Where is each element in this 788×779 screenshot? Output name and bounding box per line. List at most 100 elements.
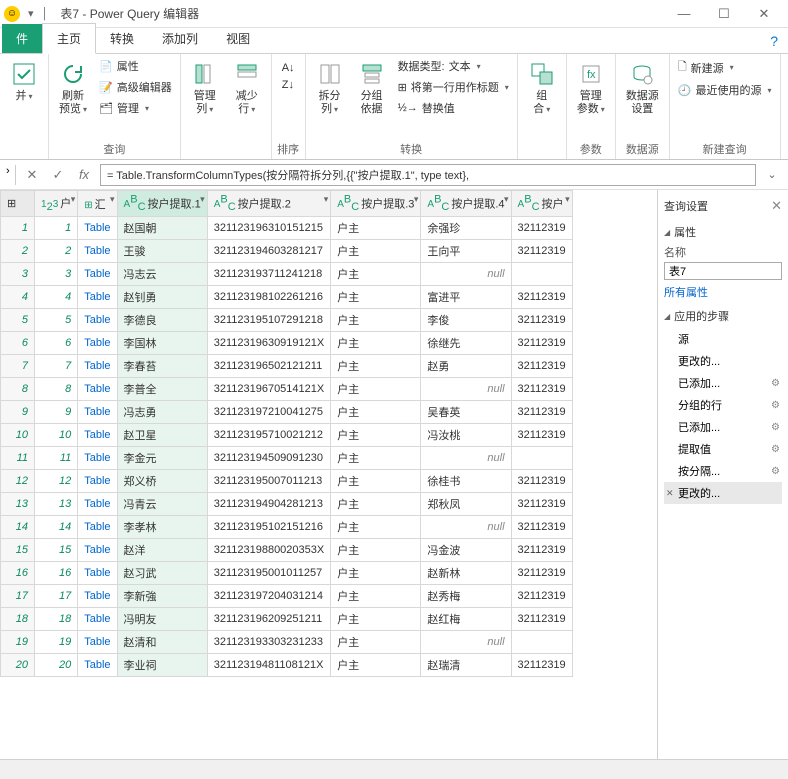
advanced-editor-button[interactable]: 📝高级编辑器 bbox=[95, 77, 176, 97]
formula-expand[interactable]: ⌄ bbox=[762, 168, 782, 181]
cell[interactable]: 户主 bbox=[331, 585, 421, 608]
manage-columns-button[interactable]: 管理 列 bbox=[185, 56, 225, 120]
table-row[interactable]: 1616Table赵习武321123195001011257户主赵新林32112… bbox=[1, 562, 573, 585]
cell[interactable]: 16 bbox=[35, 562, 78, 585]
new-source-button[interactable]: 🗋新建源 bbox=[674, 56, 776, 79]
applied-step[interactable]: 提取值⚙ bbox=[664, 438, 782, 460]
cell[interactable]: 32112319 bbox=[511, 608, 572, 631]
cell-null[interactable]: null bbox=[421, 516, 511, 539]
cell[interactable]: 冯青云 bbox=[117, 493, 207, 516]
applied-step[interactable]: 按分隔...⚙ bbox=[664, 460, 782, 482]
first-row-header-button[interactable]: ⊞将第一行用作标题 bbox=[394, 77, 513, 97]
cell[interactable]: 户主 bbox=[331, 654, 421, 677]
column-header[interactable]: ABC按户提取.2▾ bbox=[207, 191, 331, 217]
cell[interactable]: 户主 bbox=[331, 217, 421, 240]
cell[interactable]: 32112319670514121X bbox=[207, 378, 331, 401]
cell[interactable]: 321123197210041275 bbox=[207, 401, 331, 424]
cell[interactable]: 32112319 bbox=[511, 309, 572, 332]
cell[interactable]: 李普全 bbox=[117, 378, 207, 401]
cell[interactable]: 王向平 bbox=[421, 240, 511, 263]
gear-icon[interactable]: ⚙ bbox=[771, 444, 780, 455]
cell[interactable]: 8 bbox=[35, 378, 78, 401]
tab-home[interactable]: 主页 bbox=[42, 23, 96, 54]
cell-table-link[interactable]: Table bbox=[78, 240, 117, 263]
applied-step[interactable]: 已添加...⚙ bbox=[664, 416, 782, 438]
cell[interactable]: 赵红梅 bbox=[421, 608, 511, 631]
cell[interactable]: 户主 bbox=[331, 562, 421, 585]
cell[interactable]: 10 bbox=[35, 424, 78, 447]
cell[interactable]: 19 bbox=[35, 631, 78, 654]
help-button[interactable]: ? bbox=[760, 29, 788, 53]
cell-table-link[interactable]: Table bbox=[78, 493, 117, 516]
cell[interactable]: 32112319481108121X bbox=[207, 654, 331, 677]
cell[interactable]: 户主 bbox=[331, 332, 421, 355]
cell[interactable]: 32112319 bbox=[511, 493, 572, 516]
cell[interactable]: 32112319 bbox=[511, 286, 572, 309]
datatype-button[interactable]: 数据类型: 文本 bbox=[394, 56, 513, 76]
table-row[interactable]: 1212Table郑义桥321123195007011213户主徐桂书32112… bbox=[1, 470, 573, 493]
cell[interactable]: 户主 bbox=[331, 470, 421, 493]
cell[interactable]: 32112319 bbox=[511, 378, 572, 401]
column-header[interactable]: ABC按户提取.1▾ bbox=[117, 191, 207, 217]
qat-dropdown[interactable]: ▾ bbox=[24, 5, 38, 22]
table-row[interactable]: 55Table李德良321123195107291218户主李俊32112319 bbox=[1, 309, 573, 332]
properties-button[interactable]: 📄属性 bbox=[95, 56, 176, 76]
table-row[interactable]: 99Table冯志勇321123197210041275户主吴春英3211231… bbox=[1, 401, 573, 424]
cell[interactable]: 李俊 bbox=[421, 309, 511, 332]
cell[interactable] bbox=[511, 447, 572, 470]
tab-transform[interactable]: 转换 bbox=[96, 24, 148, 53]
cell[interactable]: 12 bbox=[35, 470, 78, 493]
cell[interactable]: 20 bbox=[35, 654, 78, 677]
column-filter[interactable]: ▾ bbox=[565, 194, 570, 205]
cell[interactable]: 赵勇 bbox=[421, 355, 511, 378]
group-by-button[interactable]: 分组 依据 bbox=[352, 56, 392, 120]
datasource-settings-button[interactable]: 数据源 设置 bbox=[620, 56, 665, 120]
cell[interactable]: 321123193711241218 bbox=[207, 263, 331, 286]
cell[interactable]: 李新強 bbox=[117, 585, 207, 608]
table-row[interactable]: 1515Table赵洋32112319880020353X户主冯金波321123… bbox=[1, 539, 573, 562]
cell[interactable]: 321123196310151215 bbox=[207, 217, 331, 240]
cell[interactable]: 余强珍 bbox=[421, 217, 511, 240]
minimize-button[interactable]: — bbox=[664, 2, 704, 25]
tab-addcolumn[interactable]: 添加列 bbox=[148, 24, 212, 53]
close-load-button[interactable]: 并 bbox=[4, 56, 44, 107]
cell-table-link[interactable]: Table bbox=[78, 608, 117, 631]
cell[interactable]: 赵洋 bbox=[117, 539, 207, 562]
cell[interactable]: 32112319 bbox=[511, 562, 572, 585]
cell[interactable]: 321123196502121211 bbox=[207, 355, 331, 378]
cell[interactable]: 户主 bbox=[331, 631, 421, 654]
cell[interactable]: 户主 bbox=[331, 355, 421, 378]
settings-close[interactable]: ✕ bbox=[771, 198, 782, 214]
cell[interactable]: 13 bbox=[35, 493, 78, 516]
query-name-input[interactable] bbox=[664, 262, 782, 280]
reduce-rows-button[interactable]: 减少 行 bbox=[227, 56, 267, 120]
cell-table-link[interactable]: Table bbox=[78, 263, 117, 286]
cell[interactable]: 户主 bbox=[331, 263, 421, 286]
table-row[interactable]: 33Table冯志云321123193711241218户主null bbox=[1, 263, 573, 286]
table-row[interactable]: 44Table赵钊勇321123198102261216户主富进平3211231… bbox=[1, 286, 573, 309]
recent-sources-button[interactable]: 🕘最近使用的源 bbox=[674, 80, 776, 100]
cell[interactable]: 321123194904281213 bbox=[207, 493, 331, 516]
cell-null[interactable]: null bbox=[421, 631, 511, 654]
cell[interactable]: 32112319 bbox=[511, 355, 572, 378]
table-row[interactable]: 1313Table冯青云321123194904281213户主郑秋凤32112… bbox=[1, 493, 573, 516]
cell[interactable]: 321123198102261216 bbox=[207, 286, 331, 309]
cell-table-link[interactable]: Table bbox=[78, 424, 117, 447]
cell-table-link[interactable]: Table bbox=[78, 585, 117, 608]
cell[interactable]: 冯汝桃 bbox=[421, 424, 511, 447]
gear-icon[interactable]: ⚙ bbox=[771, 378, 780, 389]
cell-table-link[interactable]: Table bbox=[78, 286, 117, 309]
column-filter[interactable]: ▾ bbox=[71, 194, 76, 205]
cell[interactable]: 321123195107291218 bbox=[207, 309, 331, 332]
cell[interactable]: 14 bbox=[35, 516, 78, 539]
cell[interactable]: 17 bbox=[35, 585, 78, 608]
cell[interactable]: 赵卫星 bbox=[117, 424, 207, 447]
manage-params-button[interactable]: fx 管理 参数 bbox=[571, 56, 611, 120]
column-header[interactable]: ⊞汇▾ bbox=[78, 191, 117, 217]
cell-table-link[interactable]: Table bbox=[78, 401, 117, 424]
cell[interactable]: 户主 bbox=[331, 447, 421, 470]
cell[interactable]: 冯志云 bbox=[117, 263, 207, 286]
gear-icon[interactable]: ⚙ bbox=[771, 422, 780, 433]
cell[interactable]: 321123193303231233 bbox=[207, 631, 331, 654]
column-header[interactable]: ABC按户提取.3▾ bbox=[331, 191, 421, 217]
